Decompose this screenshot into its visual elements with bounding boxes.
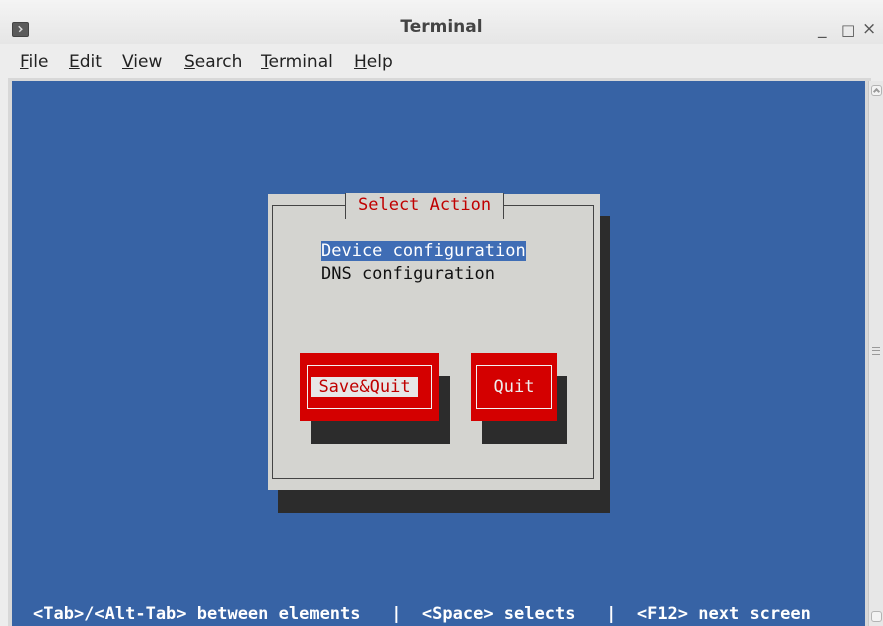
quit-button-label: Quit [493, 377, 535, 397]
status-line: <Tab>/<Alt-Tab> between elements | <Spac… [33, 604, 811, 624]
minimize-button[interactable]: _ [818, 19, 827, 39]
scroll-down-icon[interactable] [871, 611, 882, 622]
window-title: Terminal [400, 17, 483, 37]
title-bar: Terminal _ □ × [0, 0, 883, 44]
maximize-button[interactable]: □ [841, 21, 855, 39]
save-quit-button-label: Save&Quit [311, 377, 418, 397]
menu-file[interactable]: File [20, 52, 48, 72]
menu-help[interactable]: Help [354, 52, 393, 72]
save-quit-button[interactable]: Save&Quit [300, 353, 439, 421]
menu-search[interactable]: Search [184, 52, 242, 72]
close-button[interactable]: × [862, 19, 876, 39]
option-device-configuration[interactable]: Device configuration [321, 241, 526, 261]
menu-bar: File Edit View Search Terminal Help [0, 44, 883, 78]
scroll-grip-icon[interactable] [872, 347, 880, 355]
quit-button[interactable]: Quit [471, 353, 557, 421]
option-dns-configuration[interactable]: DNS configuration [321, 264, 495, 284]
menu-view[interactable]: View [122, 52, 162, 72]
scroll-up-icon[interactable] [871, 85, 882, 96]
vertical-scrollbar[interactable] [868, 81, 883, 626]
dialog-title: Select Action [345, 193, 505, 219]
menu-edit[interactable]: Edit [69, 52, 102, 72]
menu-terminal[interactable]: Terminal [261, 52, 333, 72]
